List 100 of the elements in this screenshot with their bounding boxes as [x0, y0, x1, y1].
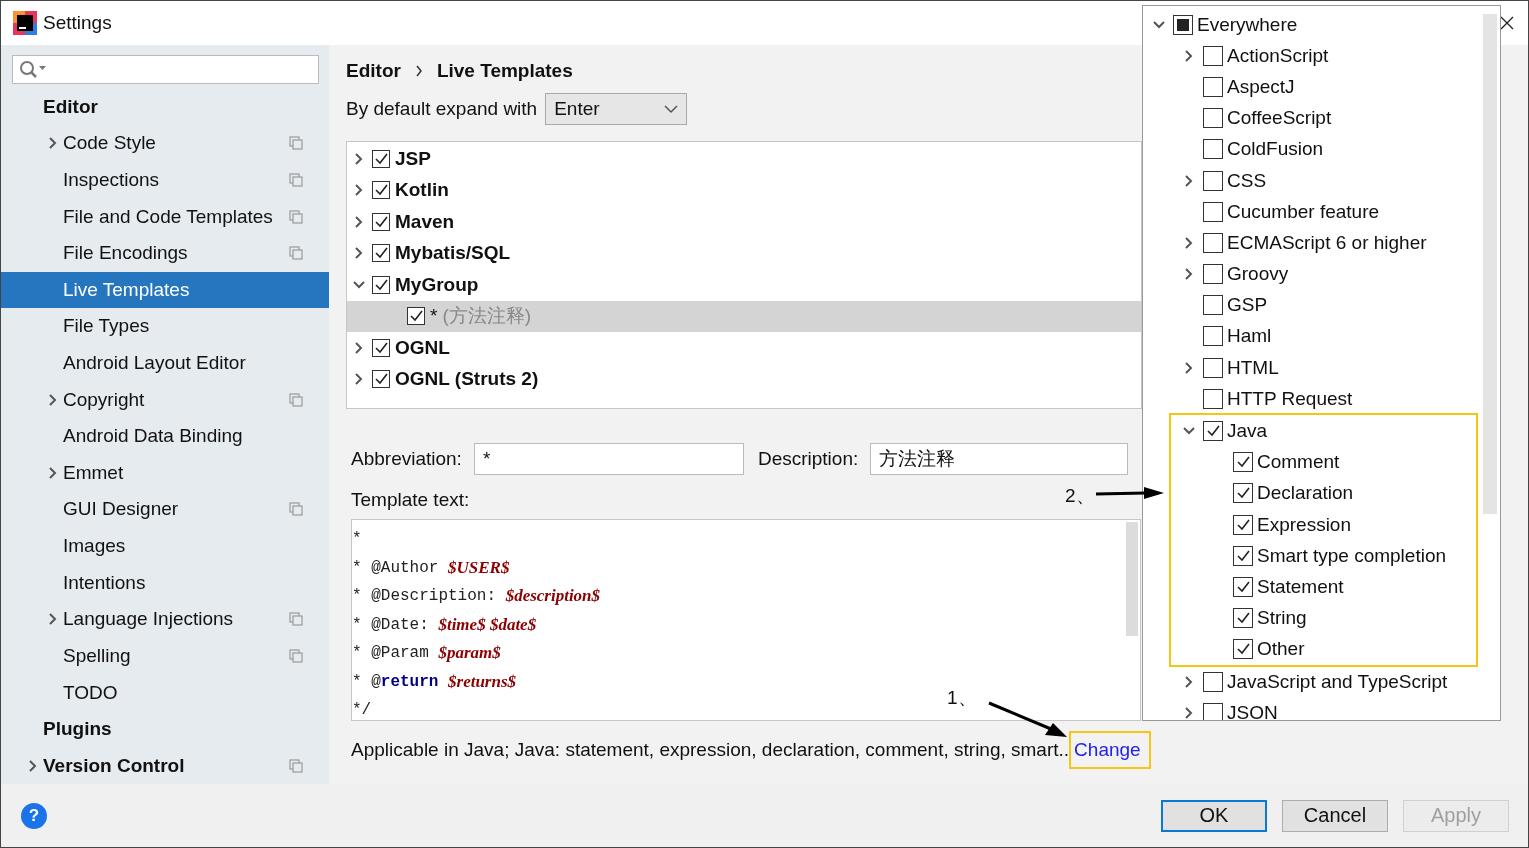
- chevron-right-icon[interactable]: [1184, 267, 1194, 282]
- checkbox[interactable]: [1233, 483, 1253, 504]
- checkbox[interactable]: [1233, 452, 1253, 473]
- sidebar-item[interactable]: GUI Designer: [1, 491, 329, 528]
- checkbox[interactable]: [1203, 108, 1223, 129]
- chevron-right-icon[interactable]: [1184, 674, 1194, 689]
- checkbox[interactable]: [1203, 45, 1223, 66]
- context-row[interactable]: Declaration: [1171, 477, 1476, 509]
- chevron-right-icon[interactable]: [1184, 360, 1194, 375]
- checkbox[interactable]: [1233, 514, 1253, 535]
- context-row[interactable]: CoffeeScript: [1143, 102, 1500, 134]
- context-row[interactable]: ECMAScript 6 or higher: [1143, 227, 1500, 259]
- context-row[interactable]: JavaScript and TypeScript: [1143, 665, 1500, 698]
- context-row[interactable]: Statement: [1171, 571, 1476, 603]
- context-row[interactable]: Cucumber feature: [1143, 196, 1500, 228]
- sidebar-item[interactable]: Android Data Binding: [1, 417, 329, 455]
- search-icon[interactable]: [19, 59, 47, 80]
- chevron-right-icon[interactable]: [1184, 48, 1194, 63]
- sidebar-item[interactable]: File Types: [1, 308, 329, 345]
- context-row[interactable]: Other: [1171, 633, 1476, 665]
- checkbox[interactable]: [1233, 608, 1253, 629]
- sidebar-item[interactable]: Inspections: [1, 161, 329, 199]
- chevron-down-icon[interactable]: [352, 279, 366, 290]
- context-row[interactable]: Everywhere: [1143, 9, 1500, 41]
- chevron-right-icon[interactable]: [1184, 173, 1194, 188]
- checkbox[interactable]: [372, 149, 390, 168]
- sidebar-item[interactable]: Images: [1, 527, 329, 565]
- chevron-right-icon[interactable]: [354, 151, 364, 166]
- help-button[interactable]: ?: [21, 802, 47, 829]
- close-icon[interactable]: [1500, 16, 1514, 30]
- abbreviation-field[interactable]: *: [473, 443, 744, 475]
- checkbox[interactable]: [1203, 357, 1223, 378]
- sidebar-item[interactable]: Emmet: [1, 454, 329, 492]
- chevron-right-icon[interactable]: [48, 136, 58, 151]
- chevron-right-icon[interactable]: [354, 183, 364, 198]
- chevron-right-icon[interactable]: [28, 758, 38, 773]
- sidebar-item[interactable]: TODO: [1, 674, 329, 711]
- chevron-right-icon[interactable]: [1184, 235, 1194, 250]
- context-row[interactable]: HTTP Request: [1143, 383, 1500, 415]
- context-row[interactable]: Comment: [1171, 446, 1476, 478]
- context-row[interactable]: GSP: [1143, 289, 1500, 321]
- description-field[interactable]: 方法注释: [870, 443, 1129, 475]
- context-row[interactable]: CSS: [1143, 164, 1500, 197]
- checkbox[interactable]: [1233, 545, 1253, 566]
- checkbox[interactable]: [1203, 264, 1223, 285]
- checkbox[interactable]: [1203, 671, 1223, 692]
- sidebar-item[interactable]: Plugins: [1, 710, 329, 748]
- checkbox[interactable]: [1203, 232, 1223, 253]
- checkbox[interactable]: [1203, 76, 1223, 97]
- checkbox[interactable]: [1203, 295, 1223, 316]
- sidebar-item[interactable]: File Encodings: [1, 234, 329, 272]
- checkbox[interactable]: [1203, 201, 1223, 222]
- checkbox[interactable]: [1203, 326, 1223, 347]
- change-link[interactable]: Change: [1069, 731, 1151, 769]
- checkbox[interactable]: [372, 181, 390, 200]
- chevron-right-icon[interactable]: [1184, 705, 1194, 720]
- chevron-right-icon[interactable]: [354, 340, 364, 355]
- checkbox[interactable]: [1203, 170, 1223, 191]
- context-row[interactable]: Smart type completion: [1171, 540, 1476, 572]
- dialog-button[interactable]: OK: [1161, 799, 1267, 832]
- context-row[interactable]: Java: [1171, 415, 1476, 447]
- sidebar-item[interactable]: Live Templates: [1, 271, 329, 309]
- dialog-button[interactable]: Cancel: [1282, 799, 1388, 832]
- search-field[interactable]: [12, 55, 319, 85]
- checkbox[interactable]: [372, 370, 390, 389]
- context-row[interactable]: Groovy: [1143, 258, 1500, 290]
- chevron-right-icon[interactable]: [48, 612, 58, 627]
- checkbox[interactable]: [372, 244, 390, 263]
- expand-key-dropdown[interactable]: Enter: [545, 93, 688, 125]
- sidebar-item[interactable]: Spelling: [1, 637, 329, 675]
- sidebar-item[interactable]: Language Injections: [1, 601, 329, 638]
- sidebar-item[interactable]: Copyright: [1, 381, 329, 418]
- context-row[interactable]: ActionScript: [1143, 40, 1500, 72]
- context-row[interactable]: AspectJ: [1143, 71, 1500, 103]
- chevron-right-icon[interactable]: [354, 372, 364, 387]
- sidebar-item[interactable]: Intentions: [1, 564, 329, 601]
- checkbox[interactable]: [1203, 421, 1223, 442]
- context-row[interactable]: Expression: [1171, 509, 1476, 541]
- context-row[interactable]: String: [1171, 602, 1476, 634]
- checkbox[interactable]: [1203, 388, 1223, 409]
- sidebar-item[interactable]: Code Style: [1, 125, 329, 162]
- checkbox[interactable]: [1173, 14, 1193, 35]
- checkbox[interactable]: [407, 307, 425, 326]
- context-row[interactable]: HTML: [1143, 352, 1500, 384]
- chevron-right-icon[interactable]: [354, 214, 364, 229]
- chevron-down-icon[interactable]: [1182, 426, 1196, 437]
- sidebar-item[interactable]: Android Layout Editor: [1, 344, 329, 382]
- checkbox[interactable]: [1203, 702, 1223, 720]
- checkbox[interactable]: [372, 212, 390, 231]
- checkbox[interactable]: [1233, 576, 1253, 597]
- checkbox[interactable]: [1203, 139, 1223, 160]
- chevron-right-icon[interactable]: [48, 392, 58, 407]
- template-row[interactable]: * (方法注释): [347, 300, 1141, 332]
- checkbox[interactable]: [372, 338, 390, 357]
- sidebar-item[interactable]: File and Code Templates: [1, 198, 329, 235]
- context-row[interactable]: ColdFusion: [1143, 133, 1500, 165]
- checkbox[interactable]: [1233, 639, 1253, 660]
- context-row[interactable]: Haml: [1143, 320, 1500, 353]
- sidebar-item[interactable]: Editor: [1, 88, 329, 126]
- checkbox[interactable]: [372, 275, 390, 294]
